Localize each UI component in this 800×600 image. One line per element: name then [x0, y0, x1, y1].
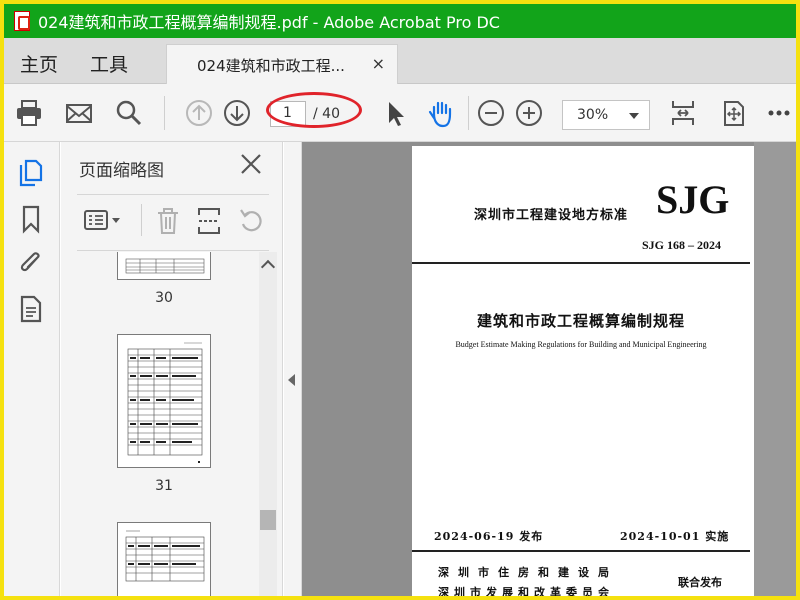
rotate-page-icon[interactable]: [237, 206, 267, 236]
scroll-up-icon[interactable]: [260, 259, 276, 275]
acrobat-window: 024建筑和市政工程概算编制规程.pdf - Adobe Acrobat Pro…: [4, 4, 796, 596]
previous-page-icon[interactable]: [184, 98, 214, 128]
left-navigation-strip: [4, 142, 60, 596]
document-view[interactable]: 深圳市工程建设地方标准 SJG SJG 168 – 2024 建筑和市政工程概算…: [284, 142, 796, 596]
pdf-file-icon: [14, 11, 30, 31]
thumbnail-options-icon[interactable]: [83, 206, 123, 236]
page-thumbnail[interactable]: [117, 522, 211, 596]
chevron-down-icon: [629, 113, 639, 119]
zoom-value: 30%: [577, 107, 609, 123]
standard-code: SJG 168 – 2024: [642, 238, 722, 252]
document-properties-icon[interactable]: [17, 294, 45, 324]
hand-tool-icon[interactable]: [426, 98, 456, 128]
document-title-cn: 建筑和市政工程概算编制规程: [476, 312, 685, 330]
next-page-icon[interactable]: [222, 98, 252, 128]
pdf-page: 深圳市工程建设地方标准 SJG SJG 168 – 2024 建筑和市政工程概算…: [412, 146, 754, 596]
issuer-housing-bureau: 深圳市住房和建设局: [438, 566, 618, 579]
delete-page-icon[interactable]: [153, 206, 183, 236]
email-icon[interactable]: [64, 98, 94, 128]
thumbnail-list: 30 31: [61, 252, 257, 596]
zoom-select[interactable]: 30%: [562, 100, 650, 130]
page-thumbnail[interactable]: [117, 334, 211, 468]
panel-divider: [77, 194, 269, 195]
toolbar-divider: [164, 96, 165, 130]
effective-date: 2024-10-01 实施: [620, 530, 730, 543]
document-tab-label: 024建筑和市政工程...: [197, 57, 345, 75]
scrollbar-thumb[interactable]: [260, 510, 276, 530]
zoom-in-icon[interactable]: [514, 98, 544, 128]
thumbnail-scrollbar[interactable]: [259, 252, 277, 596]
fit-page-icon[interactable]: [668, 98, 698, 128]
full-screen-icon[interactable]: [718, 98, 748, 128]
close-tab-icon[interactable]: ×: [372, 54, 385, 73]
panel-divider: [77, 250, 269, 251]
header-rule: [412, 262, 750, 264]
footer-rule: [412, 550, 750, 552]
window-title: 024建筑和市政工程概算编制规程.pdf - Adobe Acrobat Pro…: [38, 13, 500, 32]
menu-tools[interactable]: 工具: [90, 50, 128, 77]
page-thumbnails-icon[interactable]: [17, 158, 45, 188]
menu-home[interactable]: 主页: [20, 50, 58, 77]
page-margin-area: [754, 142, 796, 596]
extract-page-icon[interactable]: [195, 206, 225, 236]
title-bar: 024建筑和市政工程概算编制规程.pdf - Adobe Acrobat Pro…: [4, 4, 796, 38]
toolbar-divider: [468, 96, 469, 130]
panel-title: 页面缩略图: [79, 161, 164, 181]
close-panel-icon[interactable]: [239, 152, 263, 176]
thumbnail-page-number: 31: [155, 478, 173, 494]
joint-release-label: 联合发布: [678, 576, 722, 589]
page-thumbnail[interactable]: [117, 252, 211, 280]
sjg-logo: SJG: [656, 177, 730, 222]
toolbar: 1 / 40 30%: [4, 84, 796, 142]
print-icon[interactable]: [14, 98, 44, 128]
zoom-out-icon[interactable]: [476, 98, 506, 128]
search-icon[interactable]: [114, 98, 144, 128]
standard-label: 深圳市工程建设地方标准: [474, 208, 629, 223]
collapse-arrow-icon: [288, 374, 295, 386]
more-options-icon[interactable]: [764, 98, 794, 128]
panel-divider-vertical: [141, 204, 142, 236]
document-title-en: Budget Estimate Making Regulations for B…: [455, 340, 707, 349]
bookmark-icon[interactable]: [17, 204, 45, 234]
attachment-icon[interactable]: [17, 248, 45, 278]
page-thumbnails-panel: 页面缩略图 30 31: [61, 142, 283, 596]
select-cursor-icon[interactable]: [380, 98, 410, 128]
thumbnail-page-number: 30: [155, 290, 173, 306]
document-tab[interactable]: 024建筑和市政工程... ×: [166, 44, 398, 84]
collapse-panel-handle[interactable]: [284, 142, 302, 596]
issue-date: 2024-06-19 发布: [434, 530, 544, 543]
tab-row: 主页 工具 024建筑和市政工程... ×: [4, 38, 796, 84]
issuer-development-commission: 深圳市发展和改革委员会: [438, 586, 614, 596]
annotation-oval: [266, 92, 362, 128]
